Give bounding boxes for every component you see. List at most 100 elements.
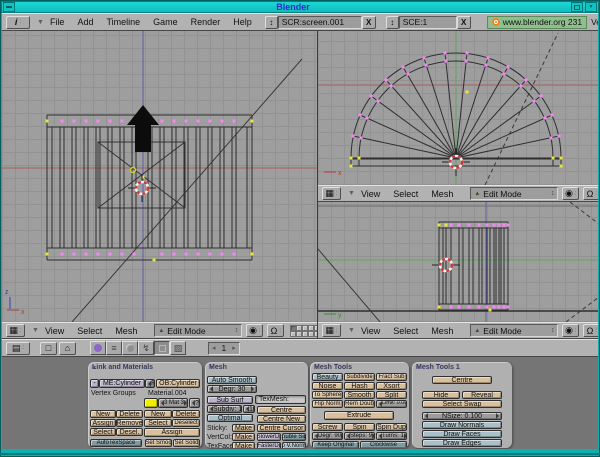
noise-button[interactable]: Noise [312,382,343,390]
beauty-toggle[interactable]: Beauty [312,373,343,381]
menu-view[interactable]: View [361,189,380,199]
vgroup-select-button[interactable]: Select [90,428,116,436]
draw-normals-toggle[interactable]: Draw Normals [422,421,502,429]
home-button[interactable]: ⌂ [59,342,76,355]
degr-stepper[interactable]: Degr: 30 [207,385,257,393]
mesh-name-field[interactable]: ME:Cylinder [99,379,145,388]
titlebar[interactable]: Blender ▾ [1,1,599,13]
vgroup-delete-button[interactable]: Delete [116,410,143,418]
logic-context-button[interactable] [90,341,106,355]
shading-context-button[interactable] [122,341,138,355]
draw-edges-toggle[interactable]: Draw Edges [422,439,502,447]
viewport-type-button[interactable]: ▦ : [322,324,341,337]
mode-dropdown[interactable]: ▲ Edit Mode ↕ [154,324,242,337]
turns-stepper[interactable]: Turns: 1 [376,432,407,440]
degr90-stepper[interactable]: Degr: 90 [312,432,343,440]
material-color-swatch[interactable] [144,398,158,408]
draw-faces-toggle[interactable]: Draw Faces [422,430,502,438]
fract-sub-button[interactable]: Fract Sub [376,373,407,381]
reveal-button[interactable]: Reveal [462,391,502,399]
menu-mesh[interactable]: Mesh [115,326,137,336]
vertcol-make-button[interactable]: Make [232,433,255,441]
view-button[interactable]: □ [40,342,57,355]
viewport-top[interactable]: x [318,31,598,185]
centre-button[interactable]: Centre [432,376,492,384]
to-sphere-button[interactable]: To Sphere [312,391,343,399]
shade-button[interactable]: ▾ [585,2,597,12]
clockwise-toggle[interactable]: Clockwise [360,441,407,448]
extrude-button[interactable]: Extrude [324,411,394,420]
faster-draw-button[interactable]: FasterDr [257,442,281,448]
script-context-button[interactable]: ≡ [106,341,122,355]
select-swap-button[interactable]: Select Swap [422,400,502,408]
object-name-field[interactable]: OB:Cylinder [156,379,200,388]
scene-browse-button[interactable]: ↕ [386,16,399,29]
auto-smooth-toggle[interactable]: Auto Smooth [207,376,257,384]
material-assign-button[interactable]: Assign [144,428,200,437]
panel-collapse-icon[interactable]: ▼ [416,365,421,371]
screen-delete-button[interactable]: X [362,16,376,29]
flip-normals-button[interactable]: Flip Norm [312,400,343,408]
screen-name-field[interactable]: SCR:screen.001 [278,16,362,29]
centre-new-button[interactable]: Centre New [257,415,306,423]
layer-cell[interactable] [314,331,317,337]
object-context-button[interactable]: ↯ [138,341,154,355]
menu-select[interactable]: Select [393,189,418,199]
texmesh-field[interactable]: TexMesh: [255,395,306,404]
frame-prev-icon[interactable]: ◂ [212,344,216,352]
steps-stepper[interactable]: Steps: 9 [344,432,375,440]
editing-context-button[interactable] [154,341,170,355]
centre-cursor-button[interactable]: Centre Cursor [257,424,306,432]
double-sided-toggle[interactable]: Double Side [282,433,306,441]
subsurf-toggle[interactable]: Sub Surf [207,396,253,404]
material-delete-button[interactable]: Delete [172,410,200,418]
panel-collapse-icon[interactable]: ▼ [92,365,97,371]
material-help-button[interactable]: ? [189,398,200,408]
vgroup-remove-button[interactable]: Remove [116,419,143,427]
optimal-toggle[interactable]: Optimal [207,414,253,422]
screen-browse-button[interactable]: ↕ [265,16,278,29]
scene-name-field[interactable]: SCE:1 [399,16,457,29]
maximize-button[interactable] [571,2,583,12]
split-button[interactable]: Split [376,391,407,399]
texface-make-button[interactable]: Make [232,442,255,448]
nsize-stepper[interactable]: NSize: 0.100 [422,412,502,420]
centre-button[interactable]: Centre [257,406,306,414]
pivot-button[interactable]: Ω: [583,324,598,337]
window-type-button[interactable]: ▤ : [6,342,30,355]
subdiv-render-stepper[interactable]: 1 [243,405,255,413]
set-smooth-button[interactable]: Set Smoo [145,439,172,447]
draw-type-button[interactable]: ◉: [246,324,263,337]
panel-collapse-icon[interactable]: ▼ [314,365,319,371]
menu-view[interactable]: View [45,326,64,336]
subdiv-stepper[interactable]: Subdiv: 1 [207,405,242,413]
window-menu-button[interactable] [3,2,15,12]
mode-dropdown[interactable]: ▲ Edit Mode ↕ [470,324,558,337]
menu-collapse-icon[interactable]: ▼ [37,19,44,26]
mode-dropdown[interactable]: ▲ Edit Mode ↕ [470,187,558,200]
frame-next-icon[interactable]: ▸ [232,344,236,352]
subdivide-button[interactable]: Subdivide [344,373,375,381]
menu-select[interactable]: Select [77,326,102,336]
menu-collapse-icon[interactable]: ▼ [32,327,39,334]
menu-mesh[interactable]: Mesh [431,189,453,199]
scene-delete-button[interactable]: X [457,16,471,29]
menu-help[interactable]: Help [233,17,252,27]
frame-stepper[interactable]: ◂ 1 ▸ [208,342,240,355]
hash-button[interactable]: Hash [344,382,375,390]
viewport-type-button[interactable]: ▦ : [322,187,341,200]
hide-button[interactable]: Hide [422,391,460,399]
spin-button[interactable]: Spin [344,423,375,431]
limit-stepper[interactable]: Limit: 0.001 [376,400,407,408]
sticky-make-button[interactable]: Make [232,424,255,432]
set-solid-button[interactable]: Set Solid [173,439,200,447]
vgroup-assign-button[interactable]: Assign [90,419,116,427]
panel-collapse-icon[interactable]: ▼ [209,365,214,371]
remove-doubles-button[interactable]: Rem Doub [344,400,375,408]
autotexspace-toggle[interactable]: AutoTexSpace [90,439,142,447]
menu-collapse-icon[interactable]: ▼ [348,190,355,197]
material-count-stepper[interactable]: 3 Mat 3 [158,398,188,408]
spin-dup-button[interactable]: Spin Dup [376,423,407,431]
menu-file[interactable]: File [50,17,65,27]
material-deselect-button[interactable]: Deselect [172,419,200,427]
